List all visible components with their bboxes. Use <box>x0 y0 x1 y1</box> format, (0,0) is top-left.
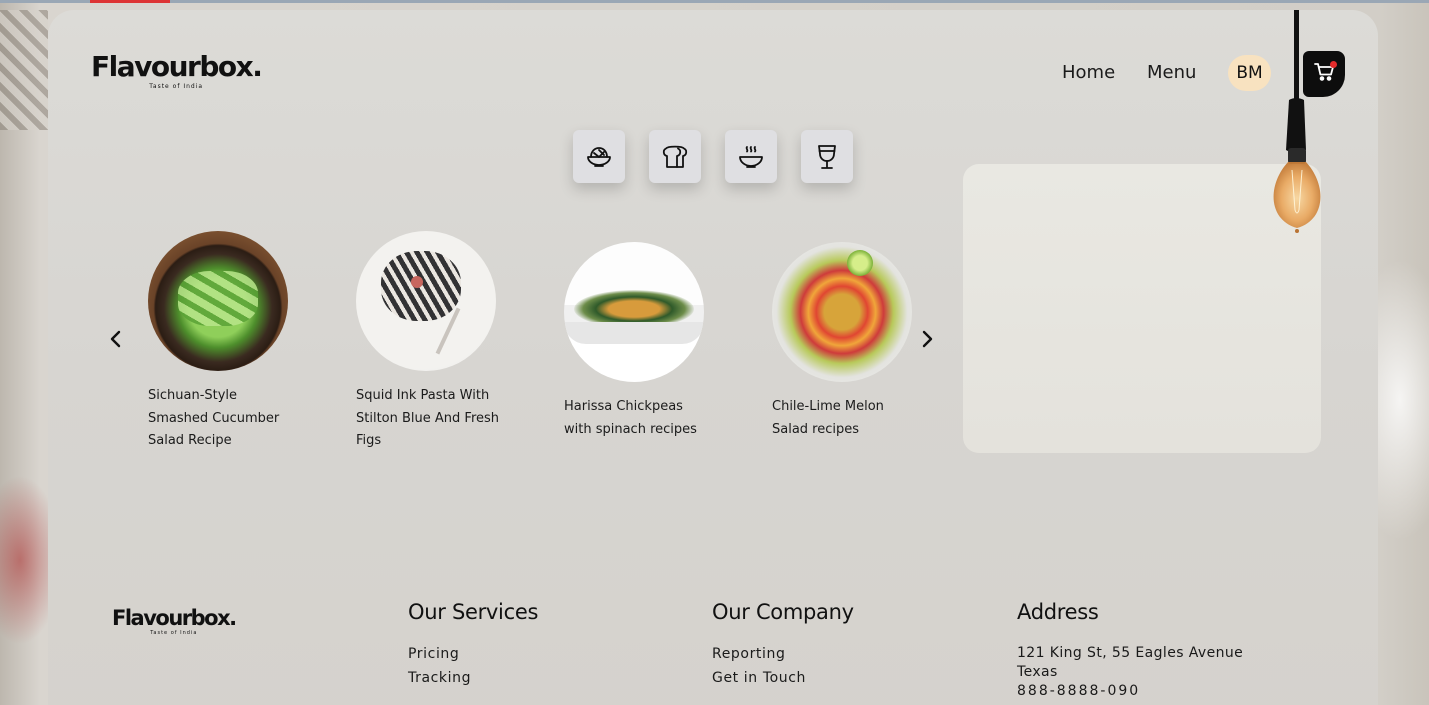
drink-glass-icon <box>818 144 836 169</box>
footer-company-heading: Our Company <box>712 600 854 624</box>
brand-tagline: Taste of India <box>149 83 204 90</box>
footer-link-pricing[interactable]: Pricing <box>408 646 538 662</box>
carousel-prev-arrow[interactable] <box>106 329 126 349</box>
footer-address-column: Address 121 King St, 55 Eagles Avenue Te… <box>1017 600 1243 701</box>
recipe-title: Harissa Chickpeas with spinach recipes <box>564 399 697 437</box>
footer-services-heading: Our Services <box>408 600 539 624</box>
address-phone: 888-8888-090 <box>1017 683 1141 699</box>
recipe-image-harissa-chickpeas[interactable] <box>564 242 704 382</box>
salad-bowl-icon <box>587 146 611 167</box>
hot-soup-icon <box>739 145 763 168</box>
recipe-image-cucumber-salad[interactable] <box>148 231 288 371</box>
nav-home-link[interactable]: Home <box>1062 62 1115 83</box>
address-line-state: Texas <box>1017 664 1058 680</box>
address-line-street: 121 King St, 55 Eagles Avenue <box>1017 645 1244 661</box>
nav-menu-link[interactable]: Menu <box>1147 62 1196 83</box>
hanging-light-bulb <box>1273 10 1321 233</box>
brand-logo[interactable]: Flavourbox. Taste of India <box>91 50 263 90</box>
category-bread-button[interactable] <box>649 130 701 183</box>
footer-link-reporting[interactable]: Reporting <box>712 646 854 662</box>
category-soup-button[interactable] <box>725 130 777 183</box>
background-wall-pattern <box>0 10 48 130</box>
recipe-image-squid-ink-pasta[interactable] <box>356 231 496 371</box>
bread-icon <box>662 145 688 168</box>
recipe-title: Sichuan-Style Smashed Cucumber Salad Rec… <box>148 388 280 448</box>
recipe-card[interactable]: Chile-Lime Melon Salad recipes <box>772 242 932 441</box>
recipe-image-melon-salad[interactable] <box>772 242 912 382</box>
browser-edge <box>0 0 1429 3</box>
category-salad-button[interactable] <box>573 130 625 183</box>
footer-services-column: Our Services Pricing Tracking <box>408 600 538 694</box>
footer-brand-logo[interactable]: Flavourbox. Taste of India <box>112 606 237 636</box>
footer-company-column: Our Company Reporting Get in Touch <box>712 600 854 694</box>
recipe-card[interactable]: Harissa Chickpeas with spinach recipes <box>564 242 724 441</box>
recipe-title: Chile-Lime Melon Salad recipes <box>772 399 884 437</box>
recipe-title: Squid Ink Pasta With Stilton Blue And Fr… <box>356 388 500 448</box>
footer-address-heading: Address <box>1017 600 1099 624</box>
footer-brand-name: Flavourbox. <box>112 606 237 630</box>
footer-link-tracking[interactable]: Tracking <box>408 670 538 686</box>
footer-link-get-in-touch[interactable]: Get in Touch <box>712 670 854 686</box>
category-drinks-button[interactable] <box>801 130 853 183</box>
recipe-card[interactable]: Sichuan-Style Smashed Cucumber Salad Rec… <box>148 231 308 453</box>
recipe-card[interactable]: Squid Ink Pasta With Stilton Blue And Fr… <box>356 231 516 453</box>
brand-name: Flavourbox. <box>91 50 263 83</box>
footer-brand-tagline: Taste of India <box>150 630 198 636</box>
